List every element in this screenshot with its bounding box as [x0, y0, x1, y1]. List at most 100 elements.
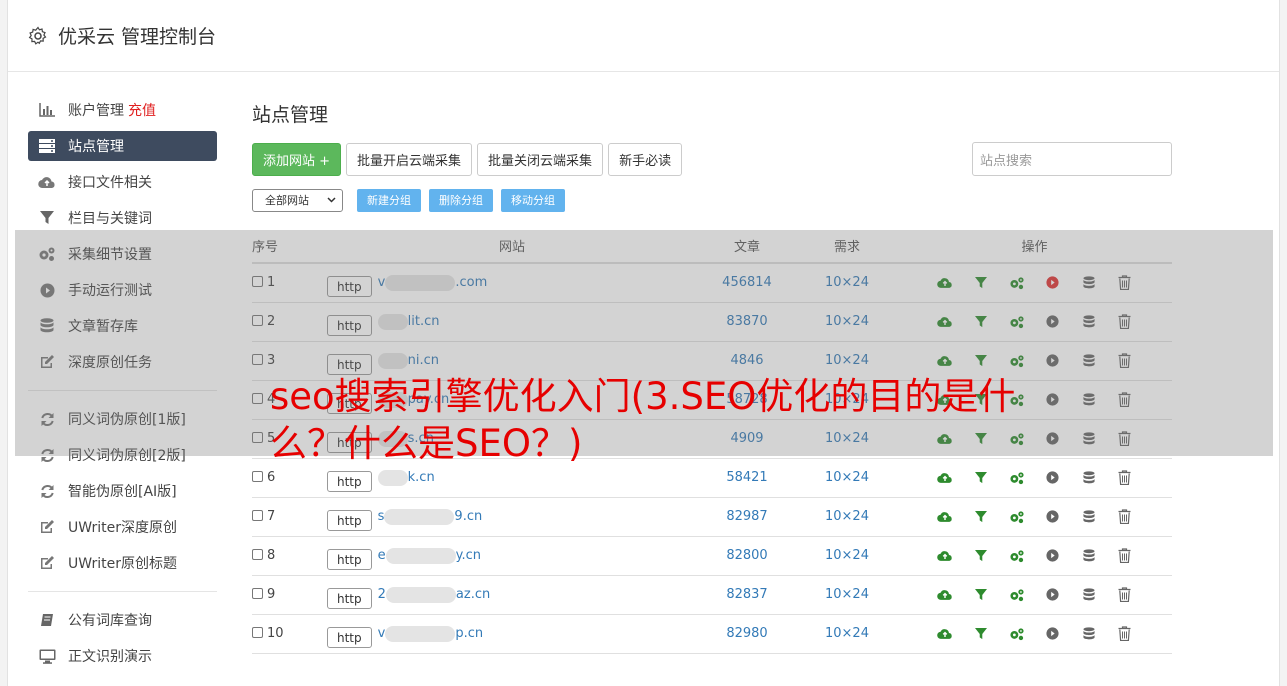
- site-prefix: e: [377, 548, 386, 563]
- bar-chart-icon: [38, 101, 56, 119]
- sidebar-item-ai-rewrite[interactable]: 智能伪原创[AI版]: [28, 473, 217, 509]
- batch-enable-button[interactable]: 批量开启云端采集: [346, 142, 473, 176]
- row-no-cell: 9: [252, 575, 327, 615]
- database-icon[interactable]: [1071, 587, 1107, 602]
- demand-value[interactable]: 10×24: [797, 614, 897, 654]
- recharge-link[interactable]: 充值: [128, 100, 156, 120]
- site-prefix: v: [377, 626, 386, 641]
- row-checkbox[interactable]: [252, 549, 263, 560]
- sidebar-item-uwriter-deep[interactable]: UWriter深度原创: [28, 509, 217, 545]
- database-icon[interactable]: [1071, 548, 1107, 563]
- row-number: 6: [267, 470, 276, 485]
- site-search-input[interactable]: 站点搜索: [972, 142, 1172, 176]
- sidebar-item-uwriter-title[interactable]: UWriter原创标题: [28, 545, 217, 581]
- gears-icon[interactable]: [999, 626, 1035, 641]
- sidebar-item-site-management[interactable]: 站点管理: [28, 131, 217, 161]
- row-site-cell: http e y.cn: [327, 536, 697, 576]
- play-circle-icon[interactable]: [1035, 470, 1071, 485]
- site-link[interactable]: 9.cn: [454, 509, 482, 524]
- demand-value[interactable]: 10×24: [797, 536, 897, 576]
- gears-icon[interactable]: [999, 470, 1035, 485]
- articles-count[interactable]: 82837: [697, 575, 797, 615]
- sidebar-divider: [28, 591, 217, 592]
- server-icon: [38, 137, 56, 155]
- row-no-cell: 8: [252, 536, 327, 576]
- filter-icon[interactable]: [963, 548, 999, 563]
- cloud-upload-icon[interactable]: [927, 626, 963, 641]
- http-badge[interactable]: http: [327, 471, 372, 492]
- site-prefix: s: [377, 509, 385, 524]
- row-ops-cell: [897, 614, 1172, 654]
- row-checkbox[interactable]: [252, 627, 263, 638]
- trash-icon[interactable]: [1107, 587, 1143, 602]
- row-checkbox[interactable]: [252, 510, 263, 521]
- toolbar: 添加网站 + 批量开启云端采集 批量关闭云端采集 新手必读 站点搜索: [252, 142, 1172, 176]
- sidebar-item-account[interactable]: 账户管理 充值: [28, 92, 217, 128]
- add-site-button[interactable]: 添加网站 +: [252, 142, 342, 176]
- http-badge[interactable]: http: [327, 627, 372, 648]
- new-group-button[interactable]: 新建分组: [357, 188, 421, 212]
- articles-count[interactable]: 82800: [697, 536, 797, 576]
- trash-icon[interactable]: [1107, 470, 1143, 485]
- database-icon[interactable]: [1071, 626, 1107, 641]
- sidebar-item-public-dictionary[interactable]: 公有词库查询: [28, 602, 217, 638]
- overlay-caption: seo搜索引擎优化入门(3.SEO优化的目的是什么？什么是SEO？): [270, 375, 1016, 465]
- row-site-cell: http 2 az.cn: [327, 575, 697, 615]
- delete-group-button[interactable]: 删除分组: [429, 188, 493, 212]
- redacted-blur: [385, 547, 456, 564]
- http-badge[interactable]: http: [327, 510, 372, 531]
- demand-value[interactable]: 10×24: [797, 497, 897, 537]
- table-row: 8 http e y.cn 82800 10×24: [252, 536, 1172, 576]
- site-link[interactable]: az.cn: [456, 587, 490, 602]
- trash-icon[interactable]: [1107, 626, 1143, 641]
- cloud-upload-icon[interactable]: [927, 548, 963, 563]
- row-checkbox[interactable]: [252, 471, 263, 482]
- cloud-upload-icon[interactable]: [927, 509, 963, 524]
- http-badge[interactable]: http: [327, 588, 372, 609]
- batch-disable-button[interactable]: 批量关闭云端采集: [477, 142, 604, 176]
- sidebar-item-text-recognition[interactable]: 正文识别演示: [28, 638, 217, 674]
- row-ops-cell: [897, 497, 1172, 537]
- sidebar-item-label: 接口文件相关: [68, 175, 152, 191]
- gears-icon[interactable]: [999, 587, 1035, 602]
- beginner-guide-button[interactable]: 新手必读: [608, 142, 683, 176]
- filter-icon[interactable]: [963, 509, 999, 524]
- http-badge[interactable]: http: [327, 549, 372, 570]
- cloud-upload-icon[interactable]: [927, 470, 963, 485]
- play-circle-icon[interactable]: [1035, 509, 1071, 524]
- play-circle-icon[interactable]: [1035, 626, 1071, 641]
- move-group-button[interactable]: 移动分组: [501, 188, 565, 212]
- play-circle-icon[interactable]: [1035, 587, 1071, 602]
- sidebar-item-label: 账户管理: [68, 103, 124, 119]
- demand-value[interactable]: 10×24: [797, 575, 897, 615]
- sidebar-item-label: UWriter原创标题: [68, 556, 177, 572]
- row-number: 10: [267, 626, 284, 641]
- row-checkbox[interactable]: [252, 588, 263, 599]
- group-select[interactable]: 全部网站: [252, 188, 343, 212]
- sidebar-item-interface-files[interactable]: 接口文件相关: [28, 164, 217, 200]
- gears-icon[interactable]: [999, 548, 1035, 563]
- play-circle-icon[interactable]: [1035, 548, 1071, 563]
- gears-icon[interactable]: [999, 509, 1035, 524]
- site-link[interactable]: y.cn: [456, 548, 481, 563]
- filter-icon[interactable]: [963, 626, 999, 641]
- database-icon[interactable]: [1071, 509, 1107, 524]
- sidebar-item-label: UWriter深度原创: [68, 520, 177, 536]
- monitor-icon: [38, 647, 56, 665]
- row-site-cell: http s 9.cn: [327, 497, 697, 537]
- trash-icon[interactable]: [1107, 548, 1143, 563]
- articles-count[interactable]: 82980: [697, 614, 797, 654]
- table-row: 10 http v p.cn 82980 10×24: [252, 614, 1172, 654]
- redacted-blur: [385, 625, 456, 642]
- chevron-down-icon: [327, 197, 336, 203]
- filter-icon[interactable]: [963, 470, 999, 485]
- trash-icon[interactable]: [1107, 509, 1143, 524]
- site-link[interactable]: k.cn: [408, 470, 435, 485]
- articles-count[interactable]: 82987: [697, 497, 797, 537]
- filter-icon[interactable]: [963, 587, 999, 602]
- filter-icon: [38, 209, 56, 227]
- cloud-upload-icon[interactable]: [927, 587, 963, 602]
- database-icon[interactable]: [1071, 470, 1107, 485]
- table-row: 9 http 2 az.cn 82837 10×24: [252, 575, 1172, 615]
- site-link[interactable]: p.cn: [455, 626, 483, 641]
